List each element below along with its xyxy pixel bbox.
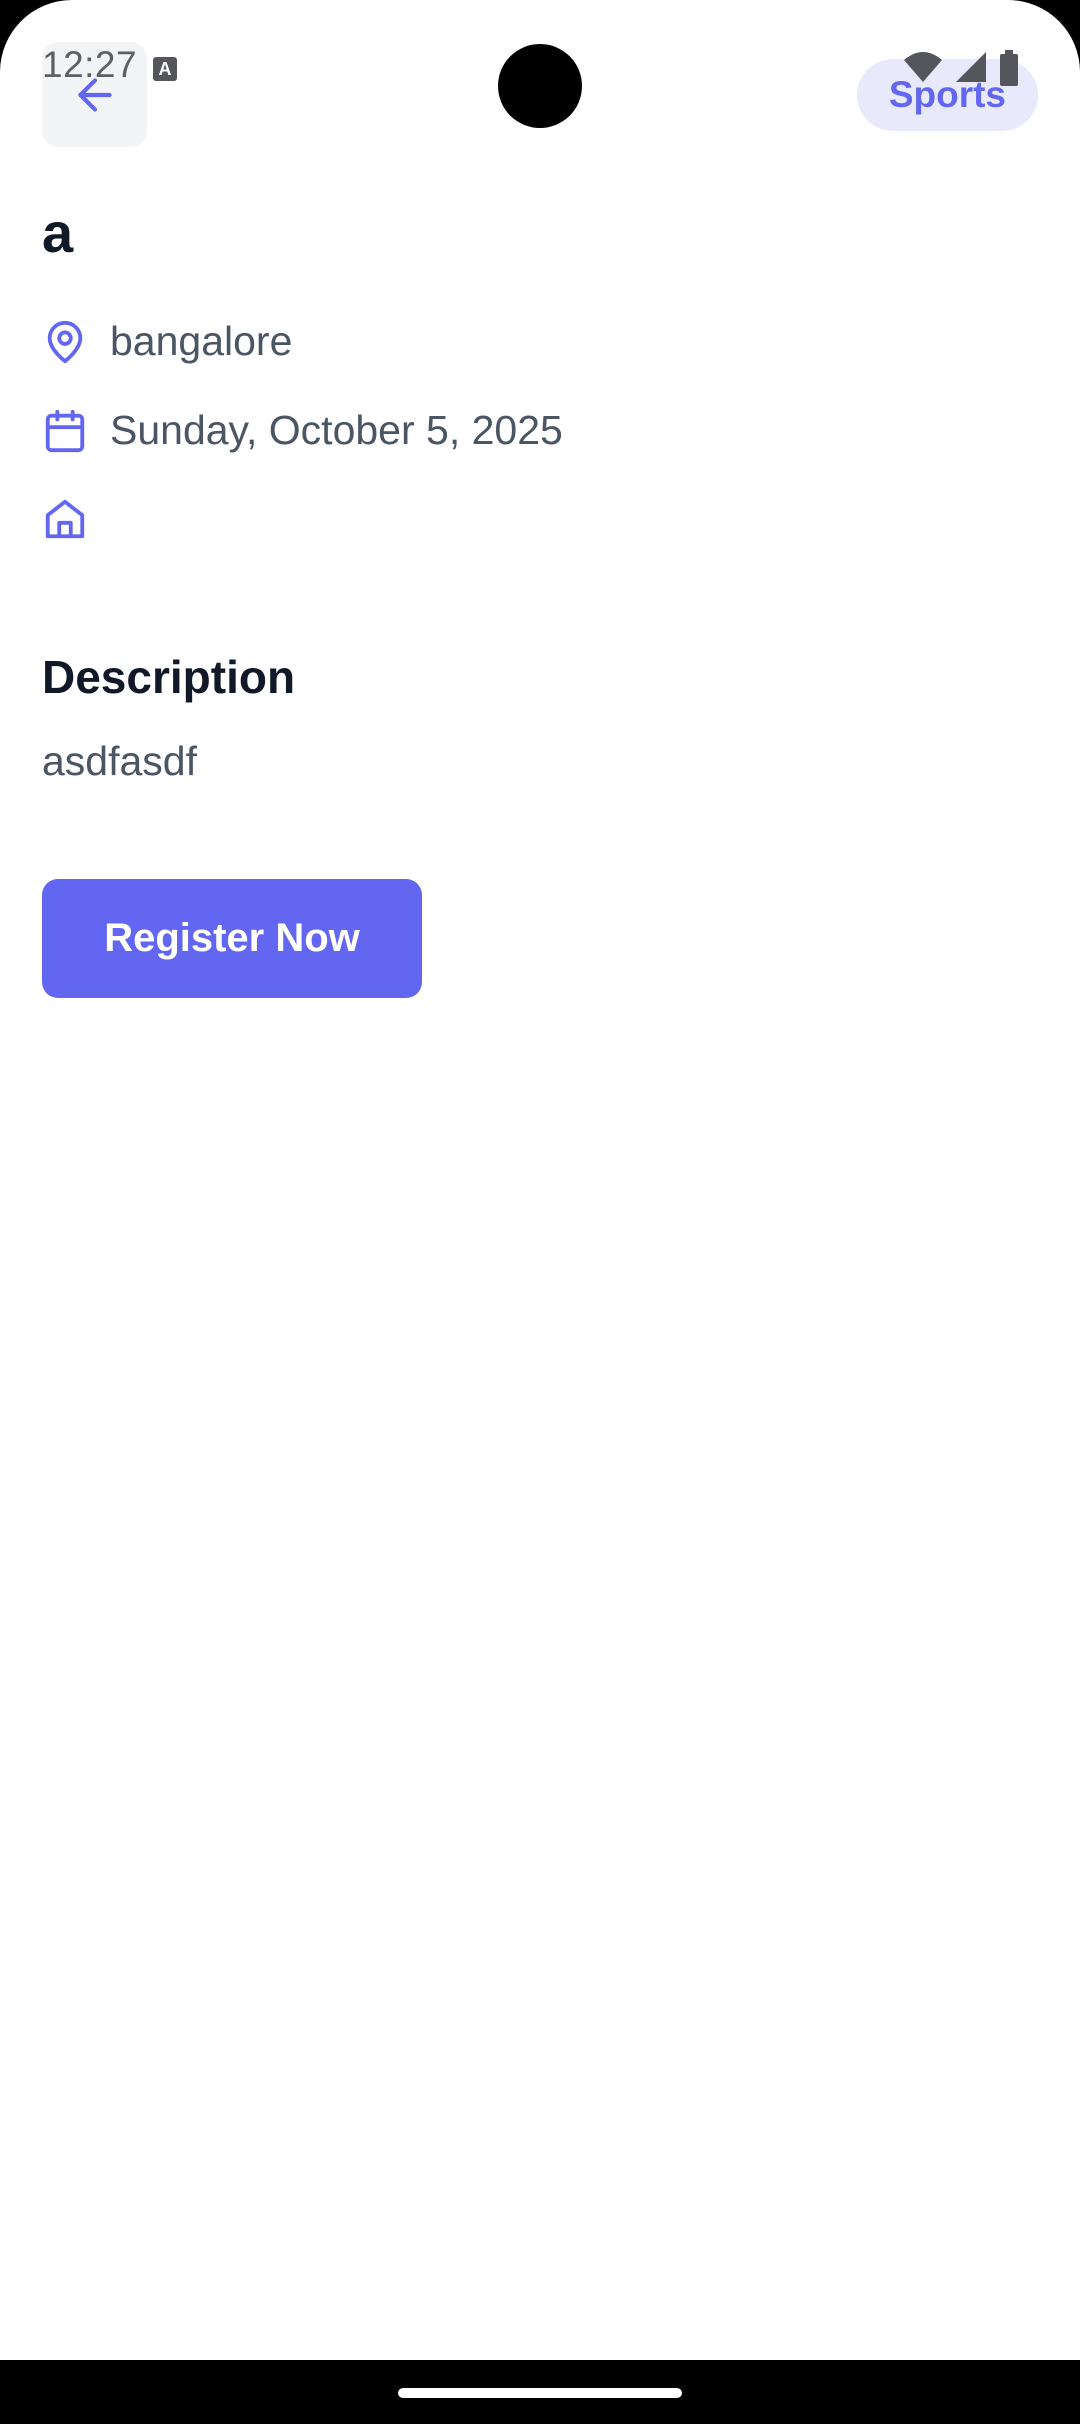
app-screen: 12:27 A Sports a bangalore Sunday, Octob…: [0, 0, 1080, 2360]
battery-icon: [1000, 50, 1018, 86]
status-time: 12:27: [42, 44, 138, 85]
event-date: Sunday, October 5, 2025: [110, 407, 563, 453]
home-indicator[interactable]: [398, 2388, 682, 2398]
venue-row: [42, 496, 110, 542]
camera-cutout: [498, 44, 582, 128]
signal-icon: [956, 52, 986, 82]
description-text: asdfasdf: [42, 738, 197, 784]
map-pin-icon: [42, 319, 88, 365]
register-button[interactable]: Register Now: [42, 879, 422, 998]
notification-icon: A: [153, 57, 177, 81]
status-icons: [902, 50, 1020, 90]
event-location: bangalore: [110, 318, 293, 364]
event-title: a: [42, 201, 74, 264]
date-row: Sunday, October 5, 2025: [42, 407, 563, 454]
calendar-icon: [42, 408, 88, 454]
wifi-icon: [904, 52, 942, 82]
location-row: bangalore: [42, 318, 292, 365]
home-icon: [42, 496, 88, 542]
description-heading: Description: [42, 651, 296, 703]
